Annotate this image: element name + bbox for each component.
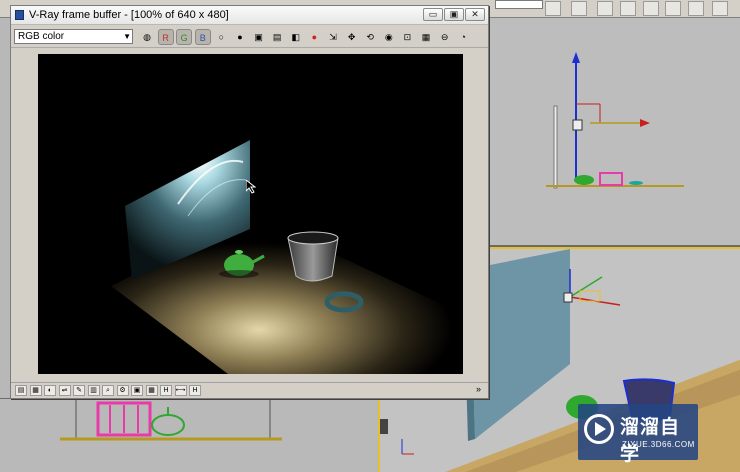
teapot-wire [574, 175, 594, 185]
selection-set-dropdown[interactable] [495, 0, 543, 9]
status-tool-icon[interactable]: ▦ [29, 385, 42, 396]
display-correction-icon[interactable]: ⊡ [399, 29, 415, 45]
render-image[interactable] [38, 54, 463, 374]
lut-icon[interactable]: ⊖ [437, 29, 453, 45]
viewport-front-view[interactable] [0, 398, 378, 472]
window-titlebar[interactable]: V-Ray frame buffer - [100% of 640 x 480]… [11, 6, 488, 25]
render-last-icon[interactable]: ⟲ [362, 29, 378, 45]
watermark-url: ZIXUE.3D66.COM [622, 440, 695, 449]
render-setup-icon[interactable] [688, 1, 704, 16]
mono-channel-icon[interactable]: ● [232, 29, 248, 45]
chevron-down-icon: ▼ [123, 32, 131, 41]
green-channel-icon[interactable]: G [176, 29, 193, 45]
maximize-button[interactable]: ▣ [444, 8, 464, 21]
light-icon [572, 119, 583, 131]
gizmo-y [569, 276, 603, 298]
close-button[interactable]: ✕ [465, 8, 485, 21]
status-tool-icon[interactable]: ✎ [73, 385, 85, 396]
status-tool-icon[interactable]: ⟷ [174, 385, 187, 396]
vfb-toolbar: RGB color ▼ ◍ R G B ○ ● ▣ ▤ ◧ ● ⇲ ✥ ⟲ ◉ ⊡ ▦ ⊖ ◔ [11, 26, 488, 48]
status-tool-icon[interactable]: ⌕ [102, 385, 114, 396]
bucket-rim [287, 231, 339, 245]
align-icon[interactable] [545, 1, 561, 16]
status-tool-icon[interactable]: H [160, 385, 172, 396]
render-channel-select[interactable]: RGB color ▼ [14, 29, 133, 44]
mirror-icon[interactable] [571, 1, 587, 16]
save-image-icon[interactable]: ▣ [251, 29, 267, 45]
schematic-icon[interactable] [643, 1, 659, 16]
render-frame-icon[interactable] [712, 1, 728, 16]
play-logo-icon [584, 414, 614, 444]
status-tool-icon[interactable]: H [189, 385, 201, 396]
teapot-shadow [219, 270, 259, 278]
pixel-info-icon[interactable]: ▦ [418, 29, 434, 45]
status-tool-icon[interactable]: ▦ [145, 385, 158, 396]
window-title: V-Ray frame buffer - [100% of 640 x 480] [29, 9, 229, 21]
teapot-front [151, 414, 185, 436]
vray-app-icon [15, 10, 24, 20]
render-canvas-frame [11, 49, 488, 381]
gizmo-corner [380, 419, 388, 434]
teapot-knob [235, 250, 243, 254]
region-render-icon[interactable]: ✥ [344, 29, 360, 45]
light-icon-persp [563, 292, 573, 303]
stop-render-icon[interactable]: ● [306, 29, 322, 45]
color-correction-icon[interactable]: ◉ [381, 29, 397, 45]
red-channel-icon[interactable]: R [157, 29, 174, 45]
status-tool-icon[interactable]: ▥ [87, 385, 100, 396]
status-tool-icon[interactable]: ◐ [44, 385, 56, 396]
watermark-badge: 溜溜自学 ZIXUE.3D66.COM [578, 404, 698, 465]
status-tool-icon[interactable]: ▣ [131, 385, 143, 396]
watermark-title: 溜溜自学 [620, 416, 681, 465]
material-editor-icon[interactable] [665, 1, 681, 16]
front-view-scene [60, 399, 282, 441]
curve-editor-icon[interactable] [620, 1, 636, 16]
left-view-scene [546, 52, 684, 189]
load-image-icon[interactable]: ▤ [269, 29, 285, 45]
status-tool-icon[interactable]: ⚙ [116, 385, 129, 396]
alpha-channel-icon[interactable]: ○ [213, 29, 229, 45]
minimize-button[interactable]: ▭ [423, 8, 443, 21]
z-axis-arrow [572, 52, 580, 63]
status-tool-icon[interactable]: ⇌ [58, 385, 71, 396]
x-axis-arrow [640, 119, 650, 127]
layers-icon[interactable] [597, 1, 613, 16]
mouse-cursor-icon [246, 180, 256, 194]
status-tool-icon[interactable]: ▤ [15, 385, 27, 396]
basket-wire [599, 172, 623, 186]
expand-panel-icon[interactable]: » [476, 384, 481, 394]
viewport-left-view[interactable] [490, 18, 740, 246]
track-mouse-icon[interactable]: ⇲ [325, 29, 341, 45]
clear-image-icon[interactable]: ◧ [288, 29, 304, 45]
history-icon[interactable]: ◔ [455, 29, 471, 45]
vray-frame-buffer-window[interactable]: V-Ray frame buffer - [100% of 640 x 480]… [10, 5, 489, 399]
color-channels-icon[interactable]: ◍ [139, 29, 155, 45]
wall-plane-side [553, 105, 558, 189]
blue-channel-icon[interactable]: B [194, 29, 211, 45]
render-channel-value: RGB color [18, 31, 65, 42]
rendered-scene [111, 140, 463, 374]
torus-wire [629, 181, 643, 185]
vfb-statusbar: ▤ ▦ ◐ ⇌ ✎ ▥ ⌕ ⚙ ▣ ▦ H ⟷ H » [11, 382, 488, 398]
